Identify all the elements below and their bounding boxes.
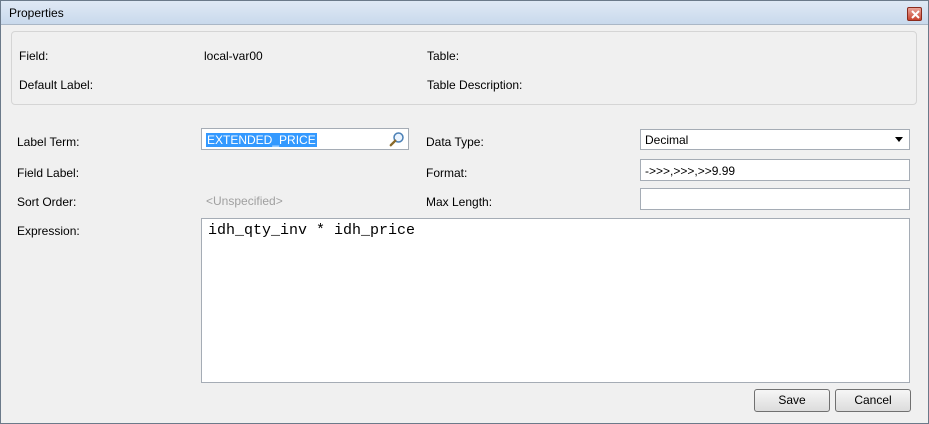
window-title: Properties (9, 6, 64, 20)
data-type-select[interactable]: Decimal (640, 129, 910, 150)
label-term-input[interactable]: EXTENDED_PRICE (201, 128, 409, 150)
format-label: Format: (426, 166, 468, 180)
label-term-label: Label Term: (17, 135, 80, 149)
field-info-group (11, 31, 917, 105)
data-type-value: Decimal (645, 133, 689, 147)
cancel-button[interactable]: Cancel (835, 389, 911, 412)
expression-value: idh_qty_inv * idh_price (208, 222, 416, 239)
default-label-label: Default Label: (19, 78, 94, 92)
field-label: Field: (19, 49, 49, 63)
format-value: ->>>,>>>,>>9.99 (645, 164, 736, 178)
max-length-label: Max Length: (426, 195, 493, 209)
max-length-input[interactable] (640, 188, 910, 210)
table-label: Table: (427, 49, 460, 63)
sort-order-value[interactable]: <Unspecified> (206, 194, 283, 208)
field-value: local-var00 (204, 49, 263, 63)
label-term-value: EXTENDED_PRICE (206, 133, 317, 147)
magnifier-icon[interactable] (389, 131, 405, 147)
save-button[interactable]: Save (754, 389, 830, 412)
data-type-label: Data Type: (426, 135, 484, 149)
expression-label: Expression: (17, 224, 80, 238)
title-bar[interactable]: Properties (1, 1, 928, 25)
sort-order-label: Sort Order: (17, 195, 77, 209)
table-description-label: Table Description: (427, 78, 523, 92)
chevron-down-icon (895, 137, 903, 142)
close-button[interactable] (907, 7, 922, 21)
properties-window: Properties Field: local-var00 Default La… (0, 0, 929, 424)
format-input[interactable]: ->>>,>>>,>>9.99 (640, 159, 910, 181)
field-label-label: Field Label: (17, 166, 80, 180)
expression-textarea[interactable]: idh_qty_inv * idh_price (201, 218, 910, 383)
close-icon (911, 10, 920, 19)
